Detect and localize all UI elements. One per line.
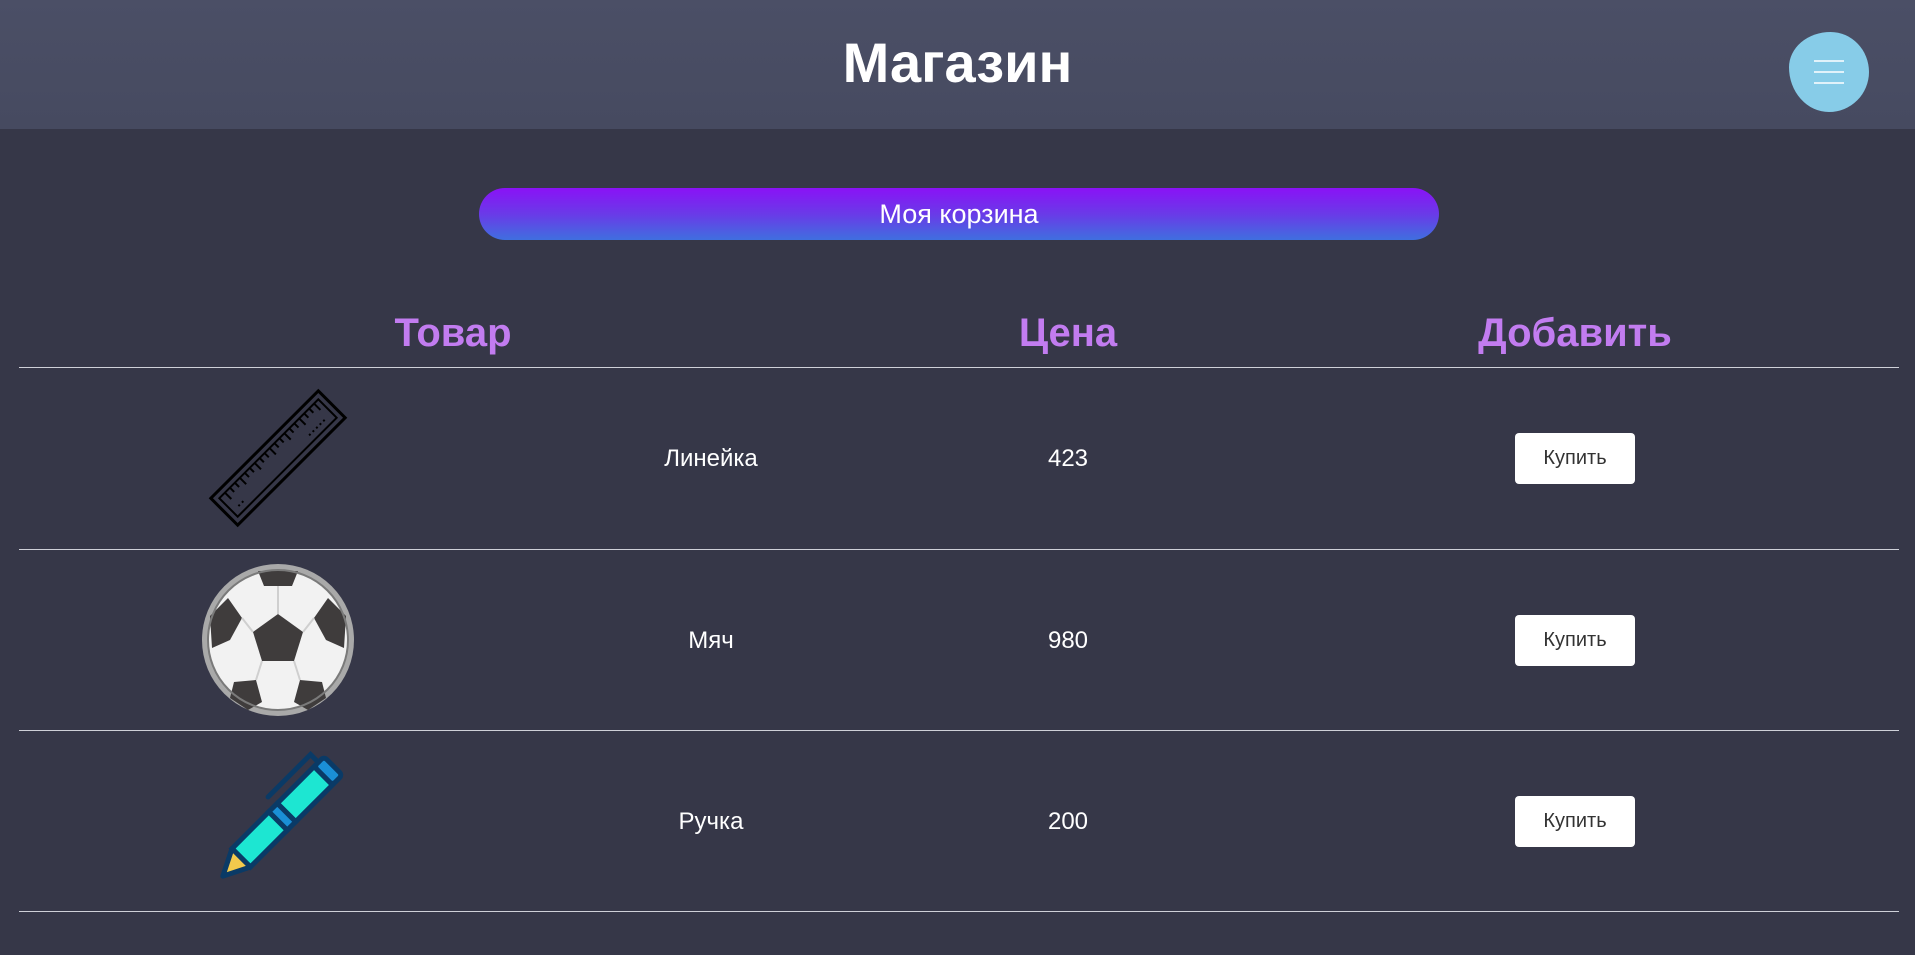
buy-button[interactable]: Купить xyxy=(1515,433,1635,484)
menu-button[interactable] xyxy=(1789,32,1869,112)
page-title: Магазин xyxy=(842,31,1073,94)
product-name: Линейка xyxy=(664,445,758,472)
table-row: Линейка 423 Купить xyxy=(0,368,1915,549)
table-row: Мяч 980 Купить xyxy=(0,550,1915,731)
buy-button[interactable]: Купить xyxy=(1515,615,1635,666)
product-price: 423 xyxy=(1047,445,1089,472)
my-cart-button[interactable]: Моя корзина xyxy=(479,188,1439,240)
table-divider xyxy=(19,911,1899,912)
hamburger-menu-icon xyxy=(1814,60,1844,84)
product-name: Ручка xyxy=(678,808,744,835)
page-header: Магазин xyxy=(0,0,1915,129)
product-name: Мяч xyxy=(688,627,734,654)
column-header-add: Добавить xyxy=(1478,311,1672,355)
pen-icon xyxy=(200,743,356,899)
soccer-ball-icon xyxy=(200,562,356,718)
column-header-product: Товар xyxy=(394,311,512,355)
column-header-price: Цена xyxy=(1018,311,1118,355)
table-row: Ручка 200 Купить xyxy=(0,731,1915,912)
product-price: 200 xyxy=(1047,808,1089,835)
buy-button[interactable]: Купить xyxy=(1515,796,1635,847)
ruler-icon xyxy=(200,380,356,536)
product-price: 980 xyxy=(1047,627,1089,654)
